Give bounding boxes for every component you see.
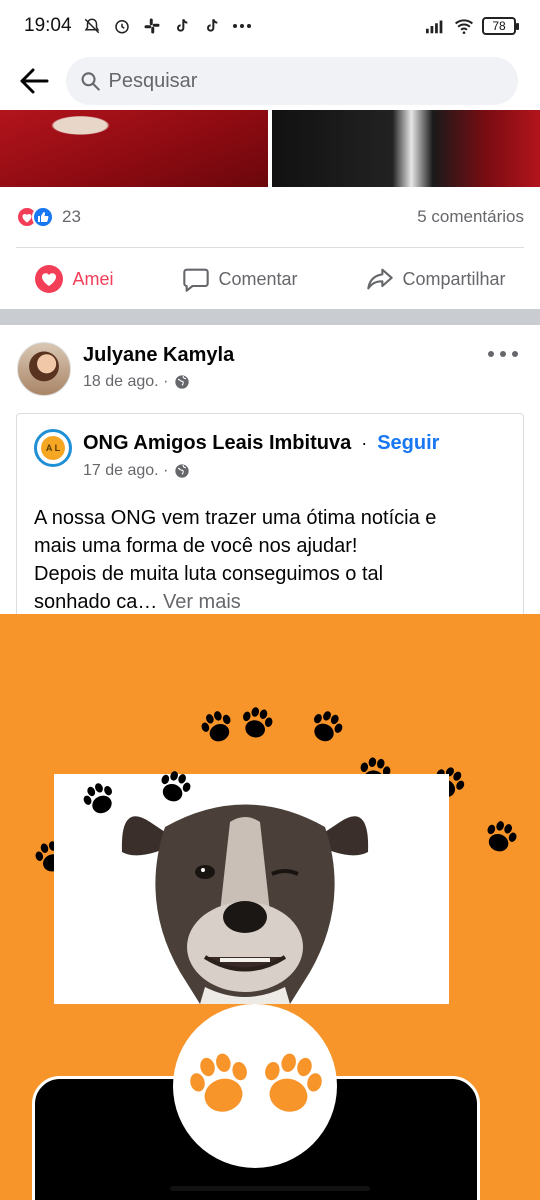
home-indicator[interactable] xyxy=(170,1186,370,1191)
like-reaction-icon xyxy=(32,206,54,228)
slack-icon xyxy=(142,16,162,36)
heart-icon xyxy=(35,265,64,293)
search-header xyxy=(0,52,540,110)
globe-icon xyxy=(175,375,190,389)
post-date[interactable]: 18 de ago. · xyxy=(83,373,168,391)
screen: 19:04 78 Pesquisar 23 5 comentários Amei… xyxy=(0,0,540,1200)
separator-dot: · xyxy=(361,433,368,453)
comments-count[interactable]: 5 comentários xyxy=(417,207,524,227)
wifi-icon xyxy=(454,16,474,36)
org-name-row: ONG Amigos Leais Imbituva · Seguir xyxy=(83,432,439,455)
shared-post-card[interactable]: A L ONG Amigos Leais Imbituva · Seguir 1… xyxy=(16,413,524,643)
share-icon xyxy=(367,268,394,290)
share-button[interactable]: Compartilhar xyxy=(366,265,506,293)
alarm-icon xyxy=(112,16,132,36)
post-text-line: mais uma forma de você nos ajudar! xyxy=(34,535,358,557)
post-text: A nossa ONG vem trazer uma ótima notícia… xyxy=(34,504,504,616)
post-text-line: Depois de muita luta conseguimos o tal xyxy=(34,563,384,585)
share-label: Compartilhar xyxy=(402,268,506,289)
signal-icon xyxy=(426,16,446,36)
comment-button[interactable]: Comentar xyxy=(182,265,298,293)
more-options-button[interactable] xyxy=(488,345,518,363)
post-header: Julyane Kamyla 18 de ago. · xyxy=(0,325,540,410)
reactions-row: 23 5 comentários xyxy=(16,200,524,234)
feed-separator xyxy=(0,309,540,325)
previous-post-images[interactable] xyxy=(0,110,540,187)
divider xyxy=(16,247,524,248)
reaction-count[interactable]: 23 xyxy=(62,207,81,227)
back-arrow-icon xyxy=(20,68,49,94)
previous-post-photo-right[interactable] xyxy=(272,110,540,187)
love-button[interactable]: Amei xyxy=(34,264,114,294)
search-input[interactable] xyxy=(108,69,504,93)
more-dot xyxy=(500,351,506,357)
shared-post-meta: 17 de ago. · xyxy=(83,462,190,480)
paw-print-icon xyxy=(82,782,116,814)
org-logo-mark: A L xyxy=(41,436,65,460)
muted-bell-icon xyxy=(82,16,102,36)
author-name[interactable]: Julyane Kamyla xyxy=(83,344,234,367)
comment-label: Comentar xyxy=(218,268,298,289)
org-name[interactable]: ONG Amigos Leais Imbituva xyxy=(83,432,351,455)
more-dot xyxy=(512,351,518,357)
tiktok-icon xyxy=(202,16,222,36)
org-logo[interactable]: A L xyxy=(34,429,72,467)
post-text-line: sonhado ca… Ver mais xyxy=(34,588,504,616)
paw-print-icon xyxy=(259,1052,325,1112)
shared-post-date[interactable]: 17 de ago. · xyxy=(83,462,168,480)
more-dot xyxy=(488,351,494,357)
post-text-line: A nossa ONG vem trazer uma ótima notícia… xyxy=(34,507,437,529)
status-left: 19:04 xyxy=(24,15,252,37)
status-right: 78 xyxy=(426,16,519,36)
paw-badge xyxy=(173,1004,337,1168)
post-image[interactable] xyxy=(0,614,540,1200)
paw-print-icon xyxy=(310,710,344,742)
avatar[interactable] xyxy=(17,342,71,396)
see-more-link[interactable]: Ver mais xyxy=(163,591,241,613)
status-bar: 19:04 78 xyxy=(0,0,540,52)
battery-icon: 78 xyxy=(482,17,519,35)
search-icon xyxy=(81,72,100,91)
post-text-truncated: sonhado ca… xyxy=(34,591,158,613)
reaction-icons[interactable]: 23 xyxy=(16,206,81,228)
globe-icon xyxy=(175,464,190,478)
status-time: 19:04 xyxy=(24,15,72,36)
love-label: Amei xyxy=(72,268,114,289)
post-meta: 18 de ago. · xyxy=(83,373,190,391)
tiktok-icon xyxy=(172,16,192,36)
back-button[interactable] xyxy=(16,63,52,99)
paw-print-icon xyxy=(240,706,274,738)
search-box[interactable] xyxy=(66,57,518,105)
comment-icon xyxy=(183,268,210,292)
more-dots-icon xyxy=(232,16,252,36)
post-actions: Amei Comentar Compartilhar xyxy=(0,250,540,308)
paw-print-icon xyxy=(484,820,518,852)
dog-illustration xyxy=(121,804,369,1004)
paw-print-icon xyxy=(200,710,234,742)
previous-post-photo-left[interactable] xyxy=(0,110,268,187)
paw-print-icon xyxy=(187,1052,253,1112)
follow-button[interactable]: Seguir xyxy=(377,432,439,455)
